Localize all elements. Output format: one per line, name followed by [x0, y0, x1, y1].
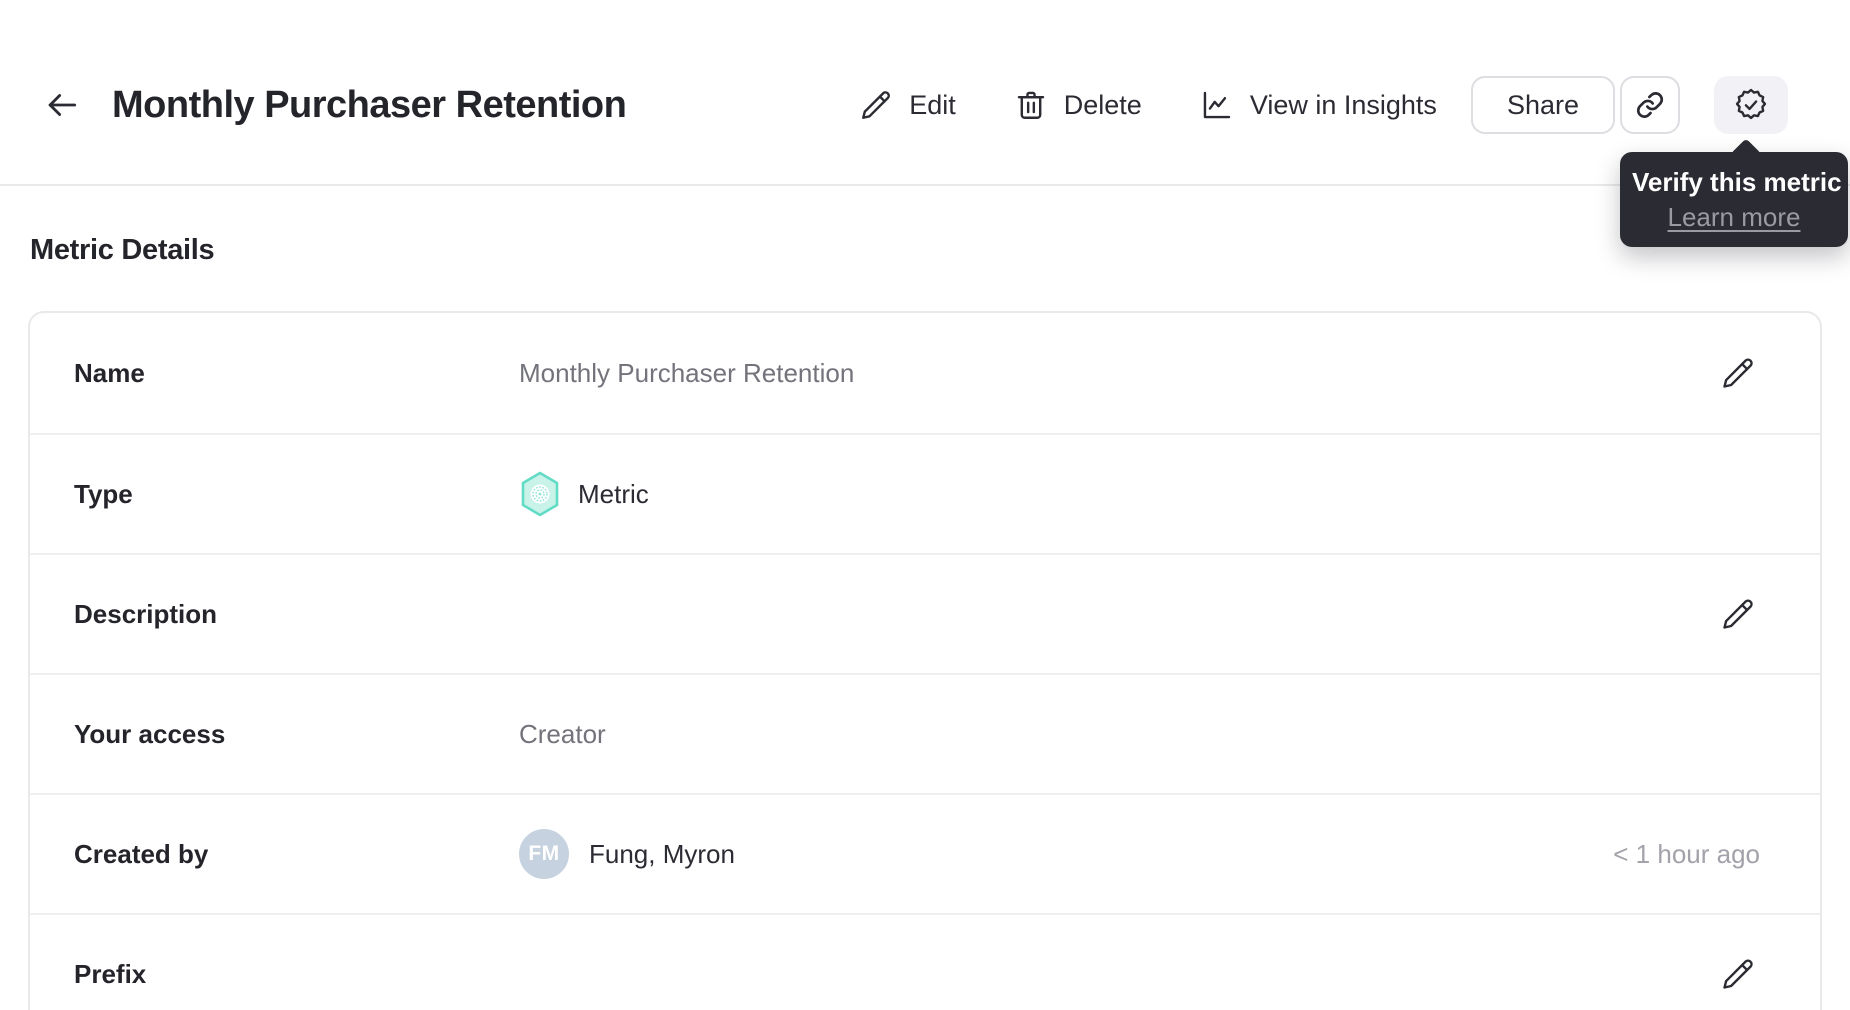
verify-metric-button[interactable]	[1714, 76, 1788, 134]
metric-hexagon-icon	[519, 471, 561, 517]
row-prefix: Prefix	[30, 913, 1820, 1010]
section-title: Metric Details	[30, 234, 215, 266]
header: Monthly Purchaser Retention Edit Delete …	[0, 0, 1850, 247]
row-label: Created by	[74, 838, 209, 869]
row-type: Type Metric	[30, 433, 1820, 553]
row-name: Name Monthly Purchaser Retention	[30, 313, 1820, 433]
delete-label: Delete	[1063, 89, 1142, 120]
edit-button[interactable]: Edit	[859, 88, 956, 122]
view-in-insights-button[interactable]: View in Insights	[1200, 88, 1437, 122]
row-your-access: Your access Creator	[30, 673, 1820, 793]
row-value: FM Fung, Myron	[519, 829, 735, 879]
copy-link-button[interactable]	[1620, 76, 1680, 134]
created-timestamp: < 1 hour ago	[1613, 838, 1760, 869]
metric-details-card: Name Monthly Purchaser Retention Type Me…	[28, 311, 1822, 1010]
share-button[interactable]: Share	[1470, 76, 1615, 134]
edit-name-button[interactable]	[1716, 351, 1760, 395]
row-value: Metric	[519, 471, 649, 517]
pencil-icon	[1720, 596, 1756, 632]
edit-prefix-button[interactable]	[1716, 952, 1760, 996]
back-button[interactable]	[40, 83, 84, 127]
delete-button[interactable]: Delete	[1014, 88, 1142, 122]
back-arrow-icon	[43, 86, 81, 124]
edit-label: Edit	[909, 89, 956, 120]
type-value-label: Metric	[578, 478, 649, 509]
row-label: Prefix	[74, 958, 147, 989]
page-title: Monthly Purchaser Retention	[112, 83, 627, 126]
row-value: Monthly Purchaser Retention	[519, 357, 855, 388]
view-in-insights-label: View in Insights	[1249, 89, 1437, 120]
pencil-icon	[1720, 956, 1756, 992]
edit-description-button[interactable]	[1716, 592, 1760, 636]
row-label: Name	[74, 357, 145, 388]
header-actions: Edit Delete View in Insights Share	[859, 76, 1788, 134]
row-created-by: Created by FM Fung, Myron < 1 hour ago	[30, 793, 1820, 913]
pencil-icon	[1720, 355, 1756, 391]
verified-badge-icon	[1733, 87, 1769, 123]
verify-tooltip: Verify this metric Learn more	[1620, 152, 1848, 247]
link-icon	[1634, 89, 1666, 121]
row-label: Type	[74, 478, 133, 509]
created-by-name: Fung, Myron	[589, 838, 735, 869]
pencil-icon	[859, 88, 893, 122]
share-button-group: Share	[1470, 76, 1680, 134]
row-label: Description	[74, 598, 218, 629]
trash-icon	[1014, 88, 1048, 122]
tooltip-title: Verify this metric	[1632, 167, 1842, 197]
insights-chart-icon	[1200, 88, 1234, 122]
row-label: Your access	[74, 718, 226, 749]
avatar: FM	[519, 829, 569, 879]
row-description: Description	[30, 553, 1820, 673]
learn-more-link[interactable]: Learn more	[1668, 202, 1801, 233]
row-value: Creator	[519, 718, 606, 749]
